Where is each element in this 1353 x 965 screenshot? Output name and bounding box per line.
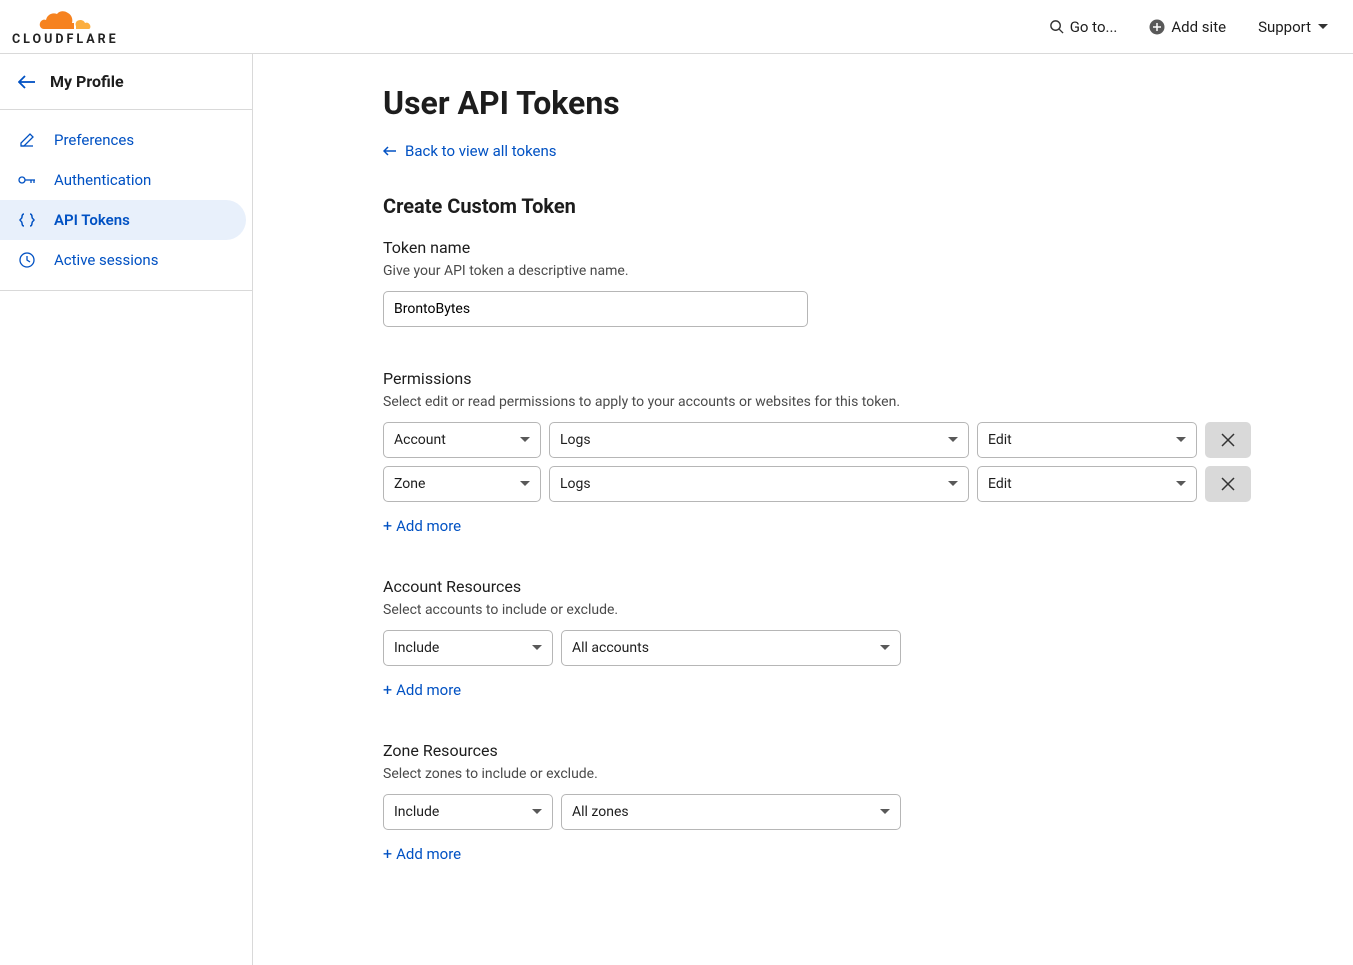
add-more-permissions[interactable]: + Add more	[383, 516, 461, 535]
select-value: Edit	[988, 476, 1012, 492]
search-icon	[1049, 19, 1064, 34]
caret-down-icon	[520, 437, 530, 443]
permissions-help: Select edit or read permissions to apply…	[383, 394, 1253, 410]
zone-value-select[interactable]: All zones	[561, 794, 901, 830]
select-value: Logs	[560, 432, 591, 448]
logo[interactable]: CLOUDFLARE	[12, 7, 119, 47]
logo-text: CLOUDFLARE	[12, 32, 119, 47]
sidebar-item-preferences[interactable]: Preferences	[0, 120, 252, 160]
add-site-label: Add site	[1171, 18, 1226, 36]
select-value: Include	[394, 804, 439, 820]
zone-resources-help: Select zones to include or exclude.	[383, 766, 1253, 782]
token-name-section: Token name Give your API token a descrip…	[383, 238, 1253, 327]
pencil-icon	[18, 131, 36, 149]
goto-label: Go to...	[1070, 18, 1118, 36]
add-more-zone-resources[interactable]: + Add more	[383, 844, 461, 863]
account-value-select[interactable]: All accounts	[561, 630, 901, 666]
caret-down-icon	[1176, 437, 1186, 443]
main-content: User API Tokens Back to view all tokens …	[253, 54, 1353, 965]
permissions-section: Permissions Select edit or read permissi…	[383, 369, 1253, 535]
sidebar-item-active-sessions[interactable]: Active sessions	[0, 240, 252, 280]
add-site-button[interactable]: Add site	[1149, 18, 1226, 36]
back-link-label: Back to view all tokens	[405, 142, 557, 160]
plus-circle-icon	[1149, 19, 1165, 35]
sidebar: My Profile Preferences	[0, 54, 253, 965]
sidebar-header: My Profile	[0, 54, 252, 110]
caret-down-icon	[948, 481, 958, 487]
caret-down-icon	[1176, 481, 1186, 487]
account-resource-row: Include All accounts	[383, 630, 1253, 666]
page-title: User API Tokens	[383, 84, 1253, 122]
permission-row: Zone Logs Edit	[383, 466, 1253, 502]
delete-permission-button[interactable]	[1205, 422, 1251, 458]
permission-level-select[interactable]: Edit	[977, 466, 1197, 502]
clock-icon	[18, 251, 36, 269]
token-name-input[interactable]	[383, 291, 808, 327]
plus-icon: +	[383, 844, 392, 863]
caret-down-icon	[880, 645, 890, 651]
support-dropdown[interactable]: Support	[1258, 18, 1329, 36]
account-mode-select[interactable]: Include	[383, 630, 553, 666]
select-value: All accounts	[572, 640, 649, 656]
delete-permission-button[interactable]	[1205, 466, 1251, 502]
caret-down-icon	[520, 481, 530, 487]
select-value: All zones	[572, 804, 629, 820]
permission-resource-select[interactable]: Logs	[549, 466, 969, 502]
permission-scope-select[interactable]: Account	[383, 422, 541, 458]
back-link[interactable]: Back to view all tokens	[383, 142, 557, 160]
header-actions: Go to... Add site Support	[1049, 18, 1329, 36]
zone-resources-section: Zone Resources Select zones to include o…	[383, 741, 1253, 863]
sidebar-item-label: Active sessions	[54, 251, 158, 269]
permission-resource-select[interactable]: Logs	[549, 422, 969, 458]
zone-mode-select[interactable]: Include	[383, 794, 553, 830]
goto-button[interactable]: Go to...	[1049, 18, 1118, 36]
account-resources-label: Account Resources	[383, 577, 1253, 596]
sidebar-item-label: API Tokens	[54, 211, 130, 229]
select-value: Account	[394, 432, 446, 448]
caret-down-icon	[948, 437, 958, 443]
zone-resource-row: Include All zones	[383, 794, 1253, 830]
add-more-label: Add more	[396, 517, 461, 535]
select-value: Include	[394, 640, 439, 656]
add-more-account-resources[interactable]: + Add more	[383, 680, 461, 699]
plus-icon: +	[383, 516, 392, 535]
select-value: Edit	[988, 432, 1012, 448]
sidebar-item-authentication[interactable]: Authentication	[0, 160, 252, 200]
top-header: CLOUDFLARE Go to... Add site Support	[0, 0, 1353, 54]
support-label: Support	[1258, 18, 1311, 36]
permission-level-select[interactable]: Edit	[977, 422, 1197, 458]
caret-down-icon	[1317, 23, 1329, 31]
plus-icon: +	[383, 680, 392, 699]
back-arrow-icon[interactable]	[18, 75, 36, 89]
token-name-label: Token name	[383, 238, 1253, 257]
section-title: Create Custom Token	[383, 194, 1253, 218]
token-name-help: Give your API token a descriptive name.	[383, 263, 1253, 279]
zone-resources-label: Zone Resources	[383, 741, 1253, 760]
sidebar-title: My Profile	[50, 72, 124, 91]
account-resources-section: Account Resources Select accounts to inc…	[383, 577, 1253, 699]
caret-down-icon	[532, 809, 542, 815]
caret-down-icon	[532, 645, 542, 651]
sidebar-item-api-tokens[interactable]: API Tokens	[0, 200, 246, 240]
select-value: Logs	[560, 476, 591, 492]
caret-down-icon	[880, 809, 890, 815]
key-icon	[18, 171, 36, 189]
arrow-left-icon	[383, 145, 397, 157]
cloudflare-cloud-icon	[39, 9, 91, 31]
sidebar-item-label: Preferences	[54, 131, 134, 149]
sidebar-nav: Preferences Authentication	[0, 110, 252, 291]
account-resources-help: Select accounts to include or exclude.	[383, 602, 1253, 618]
close-icon	[1221, 477, 1235, 491]
close-icon	[1221, 433, 1235, 447]
permission-scope-select[interactable]: Zone	[383, 466, 541, 502]
add-more-label: Add more	[396, 845, 461, 863]
sidebar-item-label: Authentication	[54, 171, 151, 189]
select-value: Zone	[394, 476, 425, 492]
permissions-label: Permissions	[383, 369, 1253, 388]
braces-icon	[18, 211, 36, 229]
add-more-label: Add more	[396, 681, 461, 699]
permission-row: Account Logs Edit	[383, 422, 1253, 458]
